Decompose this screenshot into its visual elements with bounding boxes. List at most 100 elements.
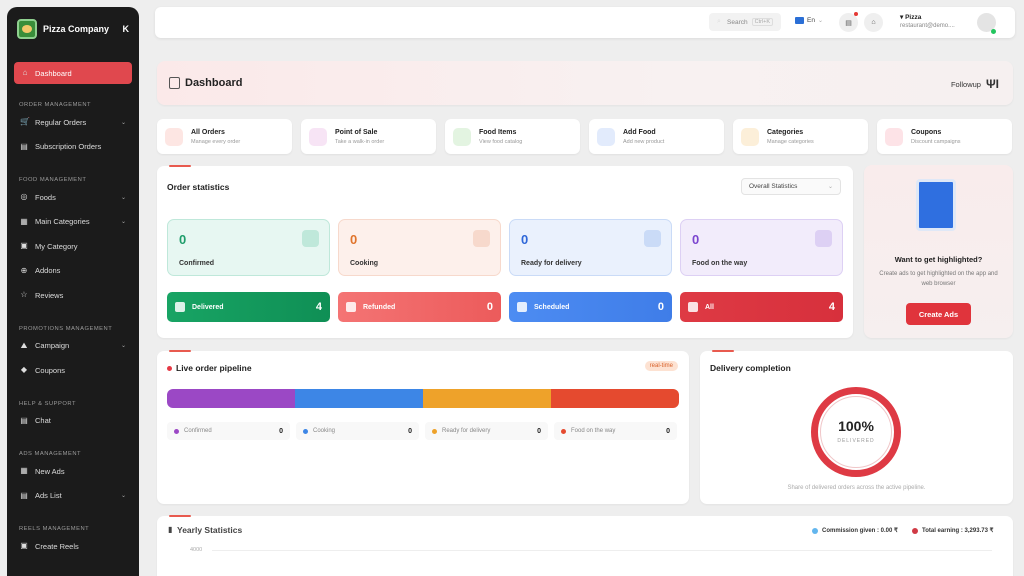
status-bar-label: All: [705, 303, 714, 311]
collapse-sidebar-icon[interactable]: K: [123, 24, 130, 34]
delivery-title: Delivery completion: [710, 363, 791, 373]
cart-icon: 🛒: [20, 117, 30, 127]
cart-button[interactable]: ⌂: [864, 13, 883, 32]
chevron-down-icon: ⌄: [827, 184, 833, 190]
status-count: 0: [350, 232, 358, 247]
status-card-food-on-the-way[interactable]: 0 Food on the way: [680, 219, 843, 276]
quick-link-subtitle: Manage every order: [191, 138, 241, 145]
status-bar-scheduled[interactable]: Scheduled 0: [509, 292, 672, 322]
brand[interactable]: Pizza Company K: [7, 7, 139, 51]
megaphone-illustration: [916, 179, 956, 231]
chevron-down-icon: ⌄: [120, 119, 126, 126]
quick-link-point-of-sale[interactable]: Point of Sale Take a walk-in order: [301, 119, 436, 154]
status-bar-refunded[interactable]: Refunded 0: [338, 292, 501, 322]
quick-link-title: Coupons: [911, 128, 942, 136]
chevron-down-icon: ⌄: [120, 219, 126, 226]
order-statistics-panel: Order statistics Overall Statistics ⌄ 0 C…: [157, 165, 853, 338]
status-bar-value: 4: [828, 301, 835, 313]
sidebar-item-coupons[interactable]: ◆ Coupons: [7, 358, 139, 383]
sidebar-item-addons[interactable]: ⊕ Addons: [7, 259, 139, 284]
earning-text: Total earning : 3,293.73 ₹: [922, 528, 994, 534]
quick-link-subtitle: Add new product: [623, 138, 665, 145]
quick-link-add-food[interactable]: Add Food Add new product: [589, 119, 724, 154]
status-card-cooking[interactable]: 0 Cooking: [338, 219, 501, 276]
sidebar-item-reviews[interactable]: ☆ Reviews: [7, 283, 139, 308]
quick-link-icon: [453, 127, 471, 146]
status-bar-delivered[interactable]: Delivered 4: [167, 292, 330, 322]
legend-label: Ready for delivery: [442, 428, 491, 434]
sidebar-section-title: PROMOTIONS MANAGEMENT: [19, 325, 113, 332]
delivery-donut: 100% DELIVERED: [811, 387, 901, 477]
yearly-statistics-panel: ▮ Yearly Statistics 4000: [157, 515, 1013, 576]
status-bar-label: Refunded: [363, 303, 396, 311]
sidebar-item-label: Create Reels: [35, 541, 79, 551]
yearly-title: Yearly Statistics: [177, 525, 243, 535]
messages-button[interactable]: ▤: [839, 12, 858, 32]
quick-link-title: Food Items: [479, 128, 517, 136]
pipeline-segment: [423, 389, 551, 408]
language-selector[interactable]: En ⌄: [795, 17, 823, 24]
message-icon: ▤: [845, 19, 852, 27]
quick-link-coupons[interactable]: Coupons Discount campaigns: [877, 119, 1012, 154]
quick-link-icon: [165, 127, 183, 146]
status-bar-all[interactable]: All 4: [680, 292, 843, 322]
reels-icon: ▣: [20, 541, 28, 551]
legend-value: 0: [279, 427, 283, 435]
sidebar-section-title: FOOD MANAGEMENT: [19, 177, 87, 183]
plus-circle-icon: ⊕: [20, 265, 28, 275]
pipeline-segment: [167, 389, 295, 408]
status-bar-value: 0: [486, 301, 493, 313]
realtime-badge: real-time: [644, 361, 678, 371]
legend-commission: Commission given : 0.00 ₹: [812, 527, 898, 534]
sidebar-item-dashboard[interactable]: ⌂ Dashboard: [14, 62, 132, 84]
status-illustration-icon: [473, 230, 490, 247]
user-menu[interactable]: ▾ Pizza restaurant@demo....: [900, 13, 955, 29]
bar-chart-icon: ▮: [168, 525, 173, 534]
status-card-ready-for-delivery[interactable]: 0 Ready for delivery: [509, 219, 672, 276]
status-bar-label: Delivered: [192, 303, 224, 311]
quick-link-categories[interactable]: Categories Manage categories: [733, 119, 868, 154]
home-icon: ⌂: [22, 68, 28, 77]
chevron-down-icon: ⌄: [120, 493, 126, 500]
status-card-confirmed[interactable]: 0 Confirmed: [167, 219, 330, 276]
ads-promo-card: Want to get highlighted? Create ads to g…: [864, 165, 1013, 338]
status-bar-icon: [346, 302, 356, 312]
legend-dot: [432, 428, 437, 434]
sidebar-item-campaign[interactable]: ⛰ Campaign ⌄: [7, 334, 139, 359]
sidebar-item-chat[interactable]: ▤ Chat: [7, 409, 139, 434]
search-input[interactable]: ⌕ Search Ctrl+K: [709, 13, 781, 31]
pipeline-legend-item: Ready for delivery 0: [425, 422, 548, 440]
quick-link-food-items[interactable]: Food Items View food catalog: [445, 119, 580, 154]
quick-link-all-orders[interactable]: All Orders Manage every order: [157, 119, 292, 154]
promo-text: Create ads to get highlighted on the app…: [879, 271, 998, 287]
status-count: 0: [179, 232, 187, 247]
order-statistics-title: Order statistics: [167, 182, 230, 192]
sidebar-item-create-reels[interactable]: ▣ Create Reels: [7, 534, 139, 559]
sidebar-item-my-category[interactable]: ▣ My Category: [7, 234, 139, 259]
delivery-note: Share of delivered orders across the act…: [787, 485, 926, 491]
create-ads-button[interactable]: Create Ads: [906, 303, 971, 325]
status-illustration-icon: [815, 230, 832, 247]
statistics-filter-value: Overall Statistics: [749, 183, 798, 190]
search-shortcut: Ctrl+K: [751, 18, 774, 26]
language-label: En: [807, 17, 815, 24]
status-bar-value: 4: [315, 301, 322, 313]
pipeline-legend-item: Confirmed 0: [167, 422, 290, 440]
chevron-down-icon: ⌄: [817, 18, 823, 24]
followup-button[interactable]: Followup ΨΙ: [951, 77, 999, 91]
quick-link-title: Categories: [767, 128, 804, 136]
sidebar-item-main-categories[interactable]: ▦ Main Categories ⌄: [7, 210, 139, 235]
sidebar-item-foods[interactable]: ◎ Foods ⌄: [7, 185, 139, 210]
search-icon: ⌕: [717, 18, 721, 25]
sidebar-item-label: Regular Orders: [35, 117, 87, 127]
legend-label: Food on the way: [571, 428, 616, 434]
statistics-filter-select[interactable]: Overall Statistics ⌄: [741, 178, 841, 195]
page-title: Dashboard: [185, 77, 243, 89]
sidebar-item-subscription-orders[interactable]: ▤ Subscription Orders: [7, 135, 139, 160]
status-illustration-icon: [644, 230, 661, 247]
sidebar-item-ads-list[interactable]: ▤ Ads List ⌄: [7, 484, 139, 509]
sidebar-item-regular-orders[interactable]: 🛒 Regular Orders ⌄: [7, 110, 139, 135]
sidebar-item-new-ads[interactable]: ▦ New Ads: [7, 459, 139, 484]
status-bar-icon: [517, 302, 527, 312]
legend-value: 0: [537, 427, 541, 435]
